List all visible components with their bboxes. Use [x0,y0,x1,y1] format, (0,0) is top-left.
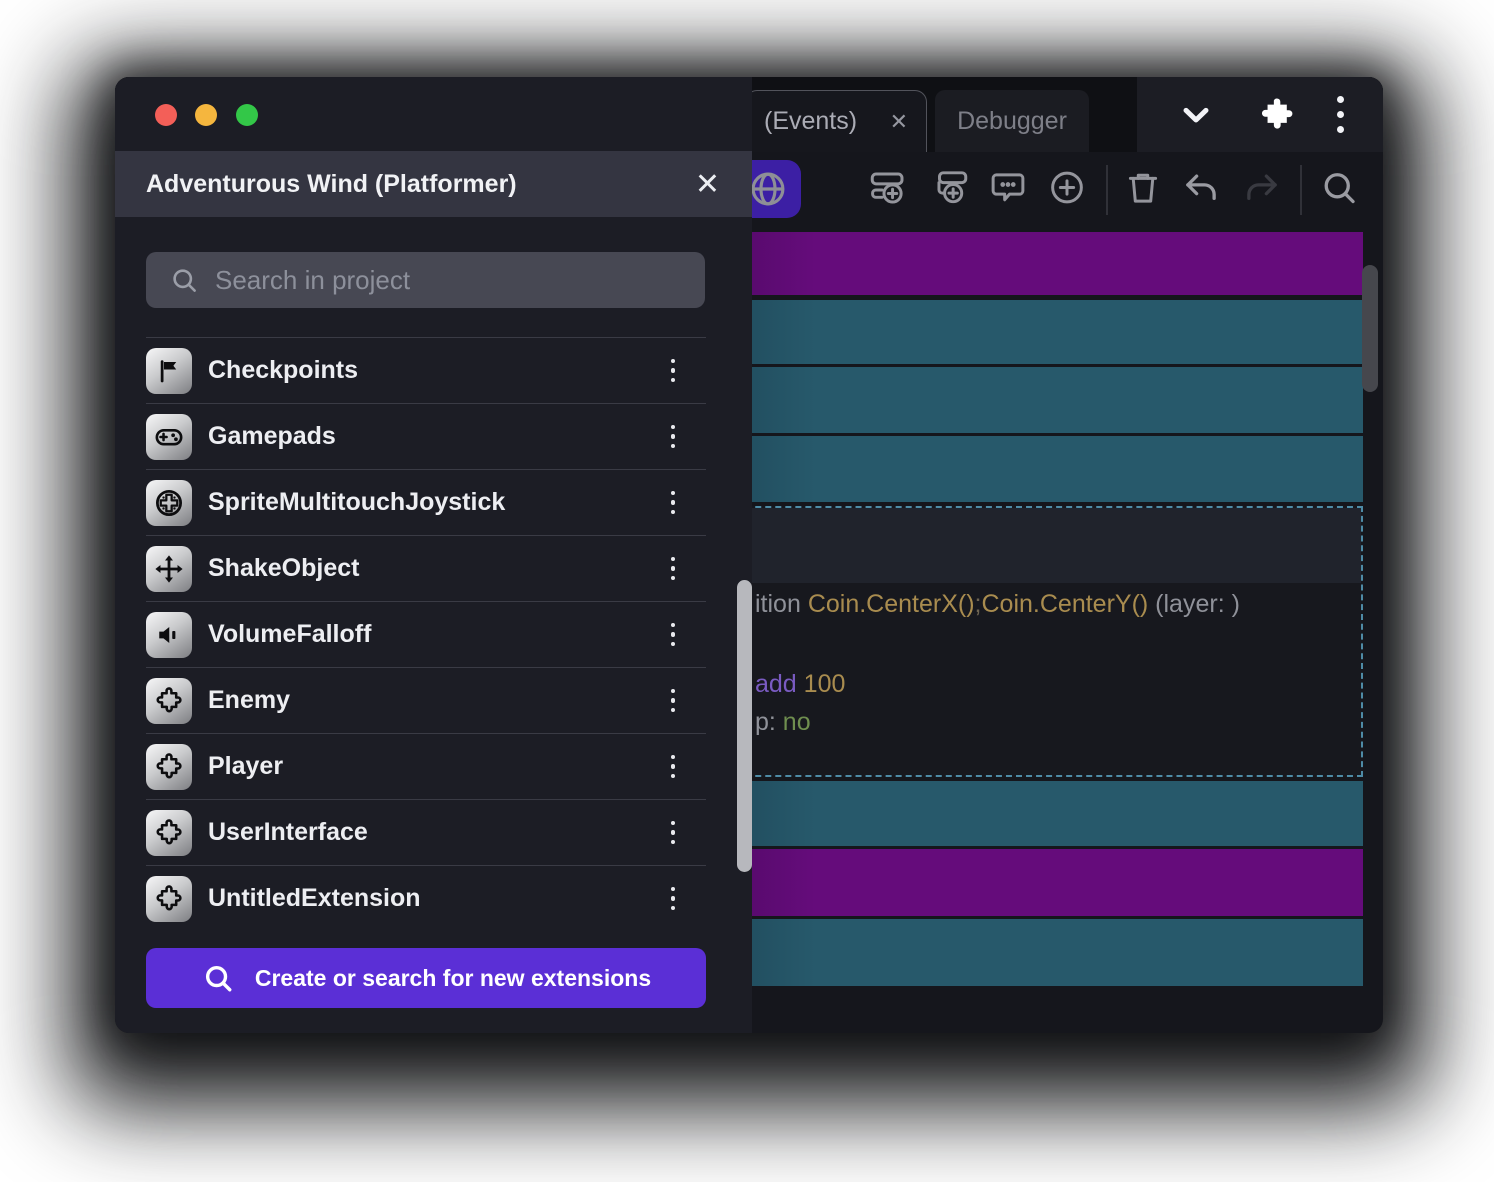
puzzle-icon [146,678,192,724]
event-action-add[interactable]: add 100 [755,667,845,701]
list-item-spritemultitouchjoystick[interactable]: SpriteMultitouchJoystick [146,469,706,535]
item-menu-icon[interactable] [665,683,682,719]
item-menu-icon[interactable] [665,749,682,785]
list-item-checkpoints[interactable]: Checkpoints [146,337,706,403]
window-titlebar [115,77,752,151]
event-row[interactable] [675,849,1363,916]
puzzle-icon [146,744,192,790]
search-events-icon[interactable] [1318,166,1360,213]
list-item-untitledextension[interactable]: UntitledExtension [146,865,706,931]
traffic-light-minimize[interactable] [195,104,217,126]
tab-events[interactable]: (Events) ✕ [745,90,927,152]
add-comment-icon[interactable] [987,166,1029,213]
search-icon [201,961,235,995]
search-input[interactable]: Search in project [146,252,705,308]
list-item-shakeobject[interactable]: ShakeObject [146,535,706,601]
joystick-icon [146,480,192,526]
event-row[interactable] [675,781,1363,846]
search-placeholder: Search in project [215,265,410,296]
item-menu-icon[interactable] [665,881,682,917]
event-action-loop[interactable]: p: no [755,705,811,739]
event-row[interactable] [675,367,1363,433]
panel-title: Adventurous Wind (Platformer) [146,170,517,199]
project-manager-panel: Adventurous Wind (Platformer) ✕ Search i… [115,77,752,1033]
redo-icon[interactable] [1241,166,1283,213]
close-panel-icon[interactable]: ✕ [695,151,720,217]
selected-event-block[interactable]: ition Coin.CenterX();Coin.CenterY() (lay… [675,506,1363,777]
list-item-volumefalloff[interactable]: VolumeFalloff [146,601,706,667]
list-item-enemy[interactable]: Enemy [146,667,706,733]
item-menu-icon[interactable] [665,419,682,455]
puzzle-icon [146,876,192,922]
undo-icon[interactable] [1180,166,1222,213]
traffic-light-close[interactable] [155,104,177,126]
item-menu-icon[interactable] [665,485,682,521]
flag-icon [146,348,192,394]
overflow-menu-icon[interactable] [1337,96,1344,133]
event-condition-area[interactable] [677,508,1361,583]
gdevelop-window: (Events) ✕ Debugger [115,77,1383,1033]
add-circle-icon[interactable] [1046,166,1088,213]
panel-header: Adventurous Wind (Platformer) ✕ [115,151,752,217]
item-menu-icon[interactable] [665,815,682,851]
item-menu-icon[interactable] [665,617,682,653]
search-icon [169,265,199,295]
speaker-icon [146,612,192,658]
event-row[interactable] [675,232,1363,295]
tab-debugger[interactable]: Debugger [935,90,1089,152]
tab-events-label: (Events) [764,107,857,136]
add-sub-event-icon[interactable] [929,166,971,213]
gamepad-icon [146,414,192,460]
toolbar-divider [1300,165,1302,215]
item-menu-icon[interactable] [665,353,682,389]
events-scrollbar[interactable] [1362,265,1378,392]
add-event-icon[interactable] [867,166,909,213]
list-item-gamepads[interactable]: Gamepads [146,403,706,469]
tabbar-actions [1137,77,1383,152]
create-or-search-extensions-button[interactable]: Create or search for new extensions [146,948,706,1008]
puzzle-icon [146,810,192,856]
list-item-player[interactable]: Player [146,733,706,799]
list-item-userinterface[interactable]: UserInterface [146,799,706,865]
tab-debugger-label: Debugger [957,107,1067,136]
traffic-light-zoom[interactable] [236,104,258,126]
trash-icon[interactable] [1122,166,1164,213]
chevron-down-icon[interactable] [1176,95,1216,135]
extensions-puzzle-icon[interactable] [1256,94,1298,136]
event-action-position[interactable]: ition Coin.CenterX();Coin.CenterY() (lay… [755,587,1240,621]
event-row[interactable] [675,300,1363,364]
move-arrows-icon [146,546,192,592]
event-row[interactable] [675,436,1363,502]
item-menu-icon[interactable] [665,551,682,587]
panel-scrollbar[interactable] [737,580,752,872]
tab-close-icon[interactable]: ✕ [890,111,908,133]
toolbar-divider [1106,165,1108,215]
event-row[interactable] [675,919,1363,986]
